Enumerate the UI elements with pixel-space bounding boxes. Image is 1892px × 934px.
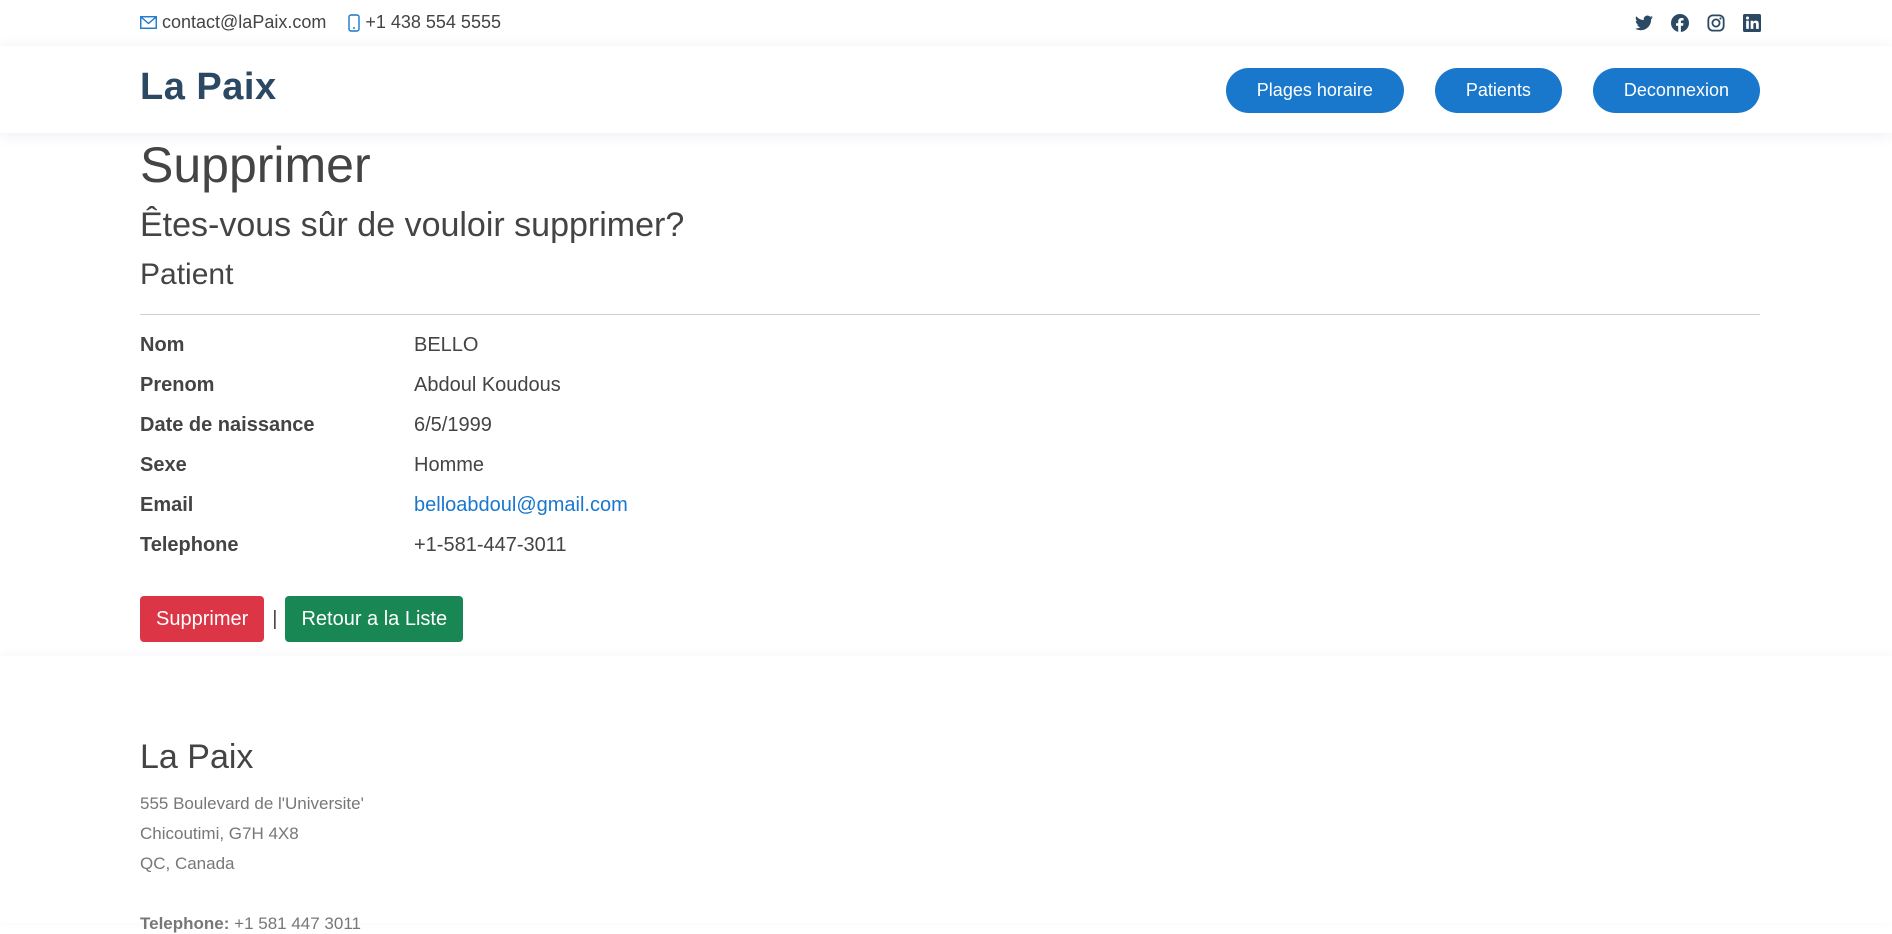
entity-heading: Patient <box>140 258 234 291</box>
nav-deconnexion-button[interactable]: Deconnexion <box>1592 68 1760 113</box>
action-bar: Supprimer | Retour a la Liste <box>140 596 464 642</box>
divider <box>140 314 1760 315</box>
detail-row-prenom: Prenom Abdoul Koudous <box>140 374 940 404</box>
twitter-icon[interactable] <box>1634 13 1654 33</box>
phone-text: +1 438 554 5555 <box>365 12 501 32</box>
detail-label: Nom <box>140 334 185 356</box>
envelope-icon <box>140 16 157 29</box>
confirm-question: Êtes-vous sûr de vouloir supprimer? <box>140 206 685 244</box>
contact-info: contact@laPaix.com +1 438 554 5555 <box>140 12 523 33</box>
detail-row-date-naissance: Date de naissance 6/5/1999 <box>140 414 940 444</box>
detail-value: Abdoul Koudous <box>414 374 561 396</box>
detail-label: Prenom <box>140 374 215 396</box>
email-link[interactable]: belloabdoul@gmail.com <box>414 494 628 517</box>
main-nav: Plages horaire Patients Deconnexion <box>1195 68 1760 113</box>
detail-value: Homme <box>414 454 485 476</box>
site-logo[interactable]: La Paix <box>140 66 277 109</box>
footer-brand: La Paix <box>140 738 254 776</box>
instagram-icon[interactable] <box>1706 13 1726 33</box>
footer-phone-label: Telephone: <box>140 914 230 933</box>
detail-value: BELLO <box>414 334 479 356</box>
address-line: QC, Canada <box>140 854 235 873</box>
detail-row-nom: Nom BELLO <box>140 334 940 364</box>
phone-icon <box>348 13 361 32</box>
detail-value: 6/5/1999 <box>414 414 492 436</box>
address-line: Chicoutimi, G7H 4X8 <box>140 824 299 843</box>
detail-label: Date de naissance <box>140 414 315 436</box>
nav-patients-button[interactable]: Patients <box>1434 68 1562 113</box>
detail-label: Telephone <box>140 534 239 556</box>
linkedin-icon[interactable] <box>1742 13 1762 33</box>
site-footer: La Paix 555 Boulevard de l'Universite' C… <box>0 656 1892 933</box>
page-title: Supprimer <box>140 137 371 193</box>
back-to-list-button[interactable]: Retour a la Liste <box>285 596 464 642</box>
delete-button[interactable]: Supprimer <box>140 596 265 642</box>
footer-phone-value: +1 581 447 3011 <box>234 914 361 933</box>
top-bar: contact@laPaix.com +1 438 554 5555 <box>0 0 1892 46</box>
action-separator: | <box>272 607 278 630</box>
phone-contact[interactable]: +1 438 554 5555 <box>348 12 501 33</box>
detail-label: Sexe <box>140 454 187 476</box>
social-links <box>1618 13 1762 33</box>
detail-row-sexe: Sexe Homme <box>140 454 940 484</box>
email-text: contact@laPaix.com <box>162 12 327 32</box>
footer-phone: Telephone: +1 581 447 3011 <box>140 914 361 934</box>
nav-plages-horaire-button[interactable]: Plages horaire <box>1225 68 1404 113</box>
detail-row-telephone: Telephone +1-581-447-3011 <box>140 534 940 564</box>
detail-value: +1-581-447-3011 <box>414 534 567 556</box>
email-contact[interactable]: contact@laPaix.com <box>140 12 326 33</box>
address-line: 555 Boulevard de l'Universite' <box>140 794 364 813</box>
facebook-icon[interactable] <box>1670 13 1690 33</box>
site-header: La Paix Plages horaire Patients Deconnex… <box>0 46 1892 133</box>
detail-label: Email <box>140 494 194 516</box>
detail-row-email: Email belloabdoul@gmail.com <box>140 494 940 524</box>
